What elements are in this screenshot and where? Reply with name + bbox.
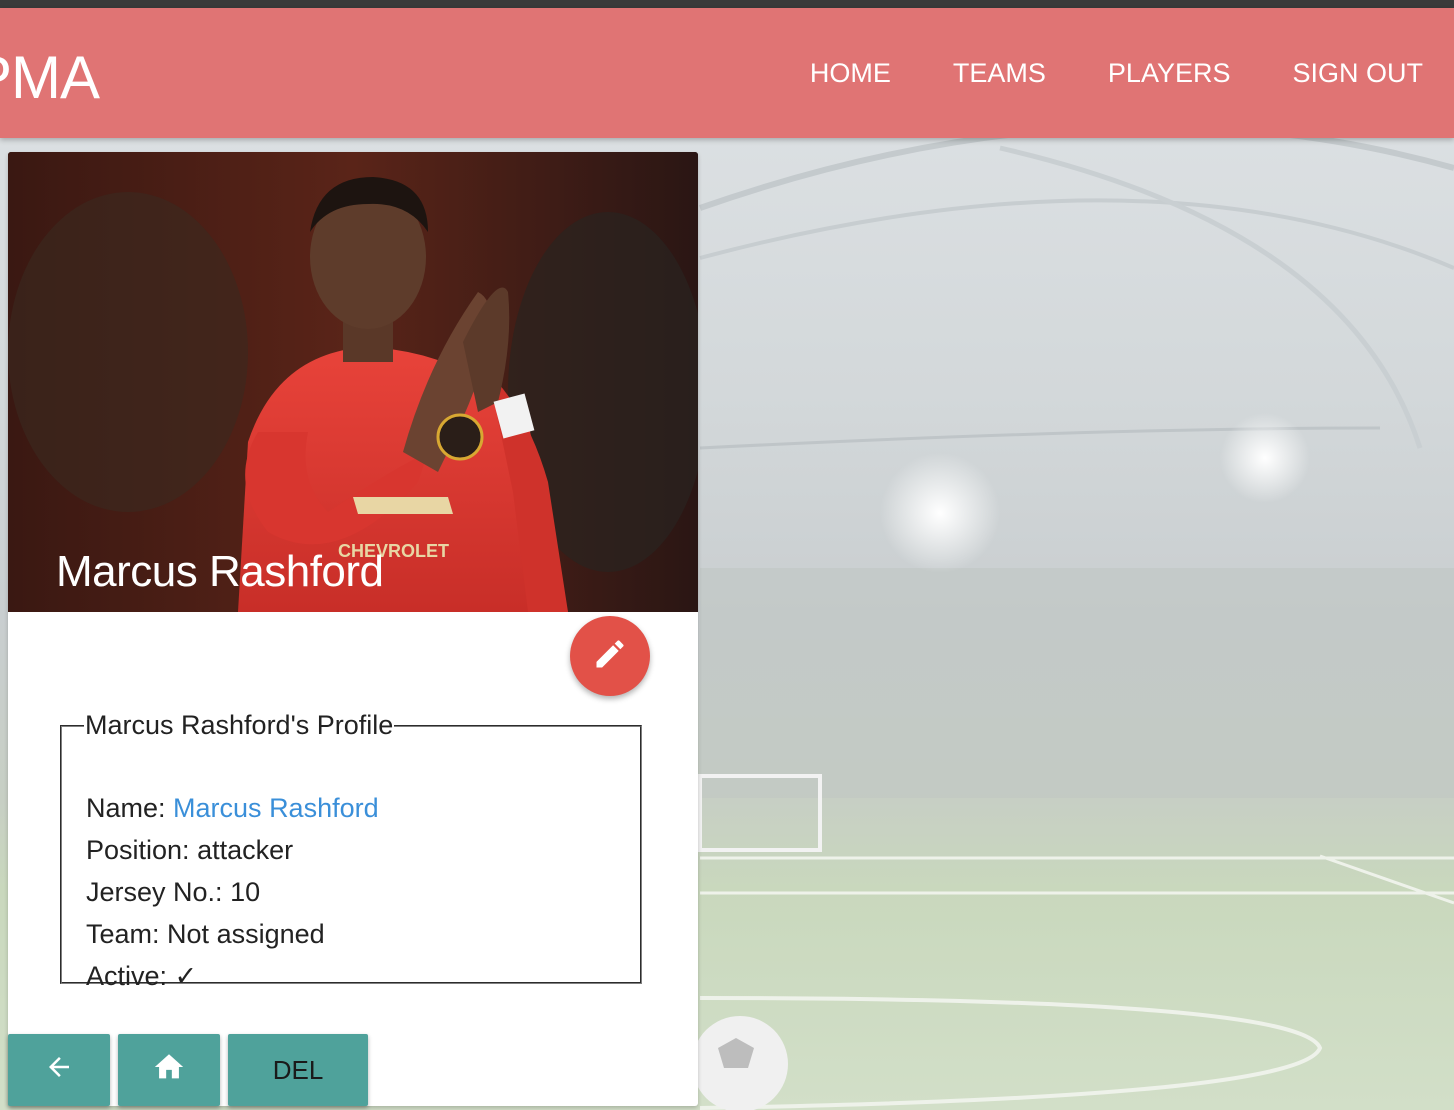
arrow-left-icon bbox=[44, 1052, 74, 1089]
top-navbar: PMA HOME TEAMS PLAYERS SIGN OUT bbox=[0, 8, 1454, 138]
profile-team-row: Team: Not assigned bbox=[86, 913, 379, 955]
jersey-label: Jersey No.: bbox=[86, 877, 223, 907]
player-photo: CHEVROLET Marcus Rashford bbox=[8, 152, 698, 612]
delete-button[interactable]: DEL bbox=[228, 1034, 368, 1106]
profile-name-row: Name: Marcus Rashford bbox=[86, 787, 379, 829]
name-link[interactable]: Marcus Rashford bbox=[173, 793, 379, 823]
pencil-icon bbox=[592, 636, 628, 677]
edit-button[interactable] bbox=[570, 616, 650, 696]
back-button[interactable] bbox=[8, 1034, 110, 1106]
active-label: Active: bbox=[86, 961, 168, 991]
team-value: Not assigned bbox=[167, 919, 325, 949]
profile-fieldset: Marcus Rashford's Profile Name: Marcus R… bbox=[60, 710, 642, 991]
profile-active-row: Active: ✓ bbox=[86, 955, 379, 997]
main-nav: HOME TEAMS PLAYERS SIGN OUT bbox=[779, 8, 1454, 138]
profile-details: Name: Marcus Rashford Position: attacker… bbox=[86, 787, 379, 997]
home-button[interactable] bbox=[118, 1034, 220, 1106]
nav-home[interactable]: HOME bbox=[779, 8, 922, 138]
position-value: attacker bbox=[197, 835, 294, 865]
team-label: Team: bbox=[86, 919, 160, 949]
profile-position-row: Position: attacker bbox=[86, 829, 379, 871]
nav-teams[interactable]: TEAMS bbox=[922, 8, 1077, 138]
nav-players[interactable]: PLAYERS bbox=[1077, 8, 1262, 138]
active-value: ✓ bbox=[174, 961, 198, 991]
jersey-value: 10 bbox=[230, 877, 261, 907]
brand-logo[interactable]: PMA bbox=[0, 48, 100, 108]
name-label: Name: bbox=[86, 793, 166, 823]
profile-jersey-row: Jersey No.: 10 bbox=[86, 871, 379, 913]
profile-legend: Marcus Rashford's Profile bbox=[85, 710, 394, 740]
home-icon bbox=[152, 1050, 186, 1091]
position-label: Position: bbox=[86, 835, 190, 865]
nav-sign-out[interactable]: SIGN OUT bbox=[1261, 8, 1454, 138]
player-card: CHEVROLET Marcus Rashford Marcus Rashfor… bbox=[8, 152, 698, 1106]
card-title: Marcus Rashford bbox=[56, 547, 384, 596]
